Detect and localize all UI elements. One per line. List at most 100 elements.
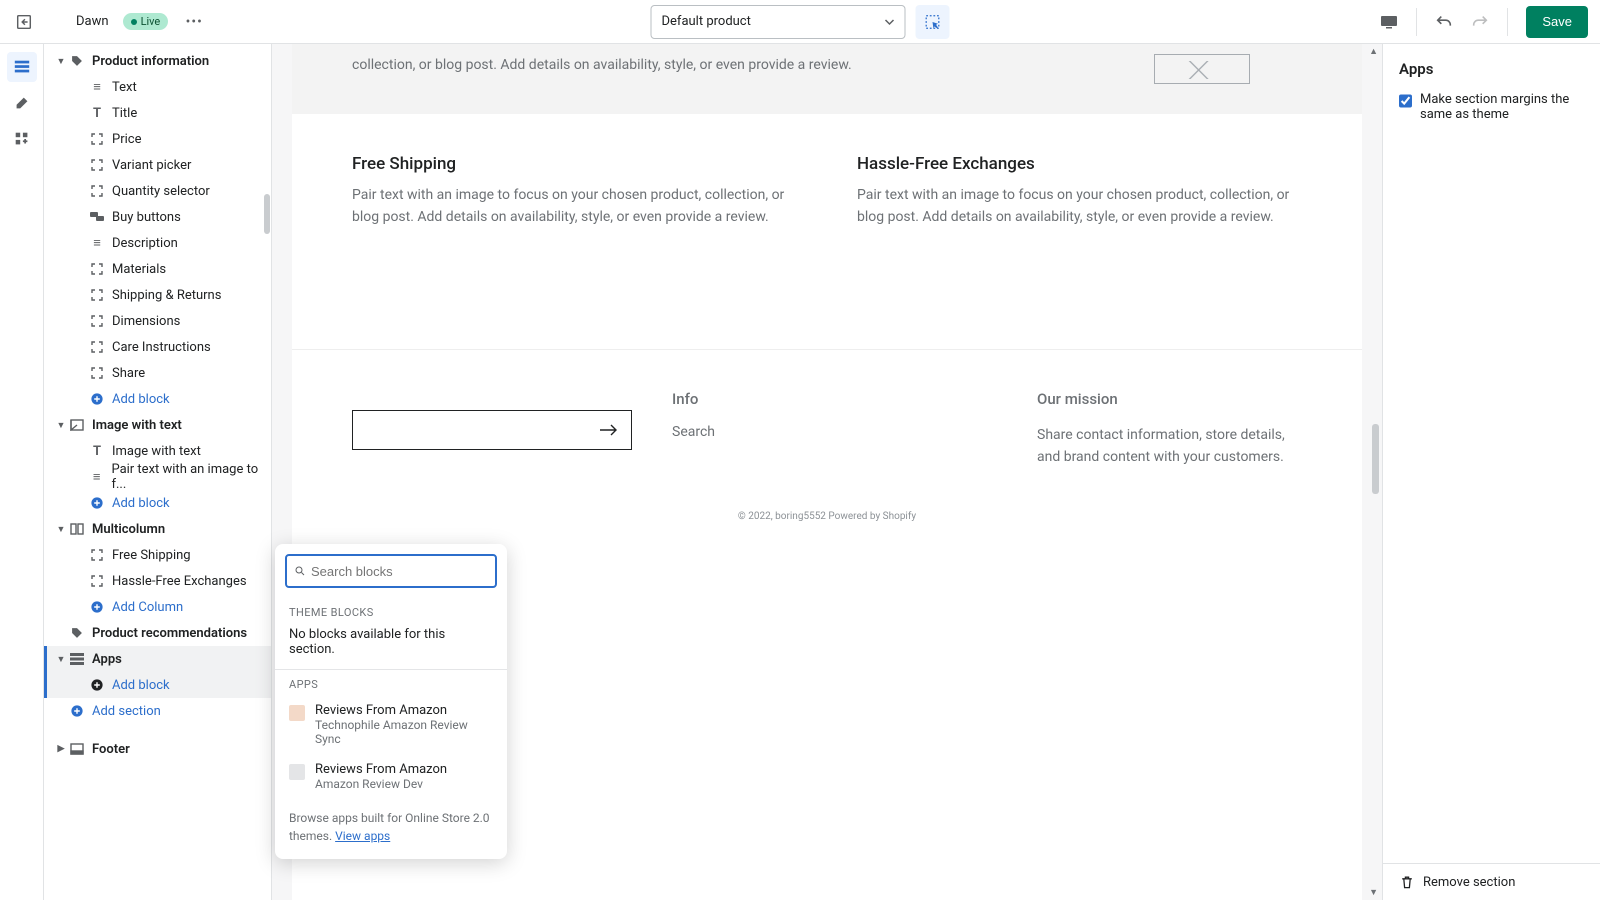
block-label: Dimensions: [112, 314, 180, 329]
view-apps-link[interactable]: View apps: [335, 829, 390, 843]
add-label: Add block: [112, 496, 170, 511]
section-label: Apps: [92, 652, 122, 667]
desktop-icon: [1379, 12, 1399, 32]
block-dimensions[interactable]: Dimensions: [44, 308, 271, 334]
apps-grid-icon: [13, 130, 31, 148]
column-body: Pair text with an image to focus on your…: [857, 184, 1302, 229]
rail-apps-button[interactable]: [7, 124, 37, 154]
preview-scrollbar[interactable]: [1372, 424, 1379, 494]
template-select[interactable]: Default product: [651, 5, 906, 39]
text-icon: T: [88, 444, 106, 459]
section-image-with-text[interactable]: ▼ Image with text: [44, 412, 271, 438]
more-button[interactable]: •••: [182, 10, 206, 34]
block-description[interactable]: ≡Description: [44, 230, 271, 256]
exit-icon: [15, 13, 33, 31]
image-text-icon: [68, 419, 86, 431]
section-product-recommendations[interactable]: Product recommendations: [44, 620, 271, 646]
margins-checkbox[interactable]: [1399, 93, 1412, 109]
scroll-up-icon[interactable]: ▲: [1369, 46, 1378, 57]
section-label: Footer: [92, 742, 130, 757]
add-label: Add block: [112, 678, 170, 693]
footer-icon: [68, 743, 86, 755]
section-footer[interactable]: ▶ Footer: [44, 736, 271, 762]
email-input[interactable]: [352, 410, 632, 450]
margins-checkbox-label: Make section margins the same as theme: [1420, 92, 1584, 122]
buy-icon: [88, 212, 106, 222]
block-buy-buttons[interactable]: Buy buttons: [44, 204, 271, 230]
scroll-down-icon[interactable]: ▼: [1369, 887, 1378, 898]
plus-circle-icon: [88, 678, 106, 692]
section-multicolumn[interactable]: ▼ Multicolumn: [44, 516, 271, 542]
block-image-with-text[interactable]: T Image with text: [44, 438, 271, 464]
column-free-shipping: Free Shipping Pair text with an image to…: [352, 154, 797, 229]
app-option-reviews-1[interactable]: Reviews From Amazon Technophile Amazon R…: [275, 695, 507, 754]
bracket-icon: [88, 159, 106, 171]
add-section-label: Add section: [92, 704, 161, 719]
block-variant-picker[interactable]: Variant picker: [44, 152, 271, 178]
block-label: Quantity selector: [112, 184, 210, 199]
block-title[interactable]: TTitle: [44, 100, 271, 126]
add-section[interactable]: Add section: [44, 698, 271, 724]
add-column[interactable]: Add Column: [44, 594, 271, 620]
block-label: Price: [112, 132, 141, 147]
section-label: Image with text: [92, 418, 182, 433]
save-button[interactable]: Save: [1526, 6, 1588, 38]
hero-section: collection, or blog post. Add details on…: [292, 44, 1362, 114]
tag-icon: [68, 54, 86, 68]
inspector-toggle[interactable]: [916, 5, 950, 39]
add-block-product-info[interactable]: Add block: [44, 386, 271, 412]
block-shipping-returns[interactable]: Shipping & Returns: [44, 282, 271, 308]
app-title: Reviews From Amazon: [315, 703, 493, 718]
footer-link-search[interactable]: Search: [672, 424, 937, 440]
block-materials[interactable]: Materials: [44, 256, 271, 282]
caret-icon: ▼: [54, 420, 68, 431]
app-option-reviews-2[interactable]: Reviews From Amazon Amazon Review Dev: [275, 754, 507, 799]
desktop-view-button[interactable]: [1372, 5, 1406, 39]
column-title: Hassle-Free Exchanges: [857, 154, 1302, 174]
rail-sections-button[interactable]: [7, 52, 37, 82]
topbar-left: Dawn Live •••: [12, 10, 206, 34]
rail-theme-button[interactable]: [7, 88, 37, 118]
block-label: Image with text: [112, 444, 201, 459]
block-price[interactable]: Price: [44, 126, 271, 152]
column-hassle-free: Hassle-Free Exchanges Pair text with an …: [857, 154, 1302, 229]
block-hassle-free[interactable]: Hassle-Free Exchanges: [44, 568, 271, 594]
block-share[interactable]: Share: [44, 360, 271, 386]
divider: [1507, 8, 1508, 36]
margins-checkbox-row[interactable]: Make section margins the same as theme: [1399, 92, 1584, 122]
search-blocks-field[interactable]: [285, 554, 497, 588]
block-quantity-selector[interactable]: Quantity selector: [44, 178, 271, 204]
block-label: Free Shipping: [112, 548, 191, 563]
theme-name: Dawn: [76, 14, 109, 29]
search-input[interactable]: [311, 564, 487, 579]
tag-icon: [68, 626, 86, 640]
right-panel-title: Apps: [1399, 60, 1584, 78]
caret-icon: ▼: [54, 654, 68, 665]
add-label: Add block: [112, 392, 170, 407]
block-pair-text[interactable]: ≡Pair text with an image to f...: [44, 464, 271, 490]
lines-icon: ≡: [88, 235, 106, 251]
bracket-icon: [88, 185, 106, 197]
exit-button[interactable]: [12, 10, 36, 34]
add-block-apps[interactable]: Add block: [44, 672, 271, 698]
block-free-shipping[interactable]: Free Shipping: [44, 542, 271, 568]
caret-icon: ▼: [54, 56, 68, 67]
apps-icon: [68, 653, 86, 665]
add-block-image-text[interactable]: Add block: [44, 490, 271, 516]
app-subtitle: Amazon Review Dev: [315, 777, 447, 791]
block-label: Text: [112, 80, 137, 95]
undo-button[interactable]: [1427, 5, 1461, 39]
footer-col-info: Info Search: [672, 390, 937, 469]
bracket-icon: [88, 367, 106, 379]
arrow-right-icon: [599, 424, 617, 436]
plus-circle-icon: [88, 392, 106, 406]
block-text[interactable]: ≡Text: [44, 74, 271, 100]
block-care-instructions[interactable]: Care Instructions: [44, 334, 271, 360]
search-icon: [295, 564, 305, 578]
bracket-icon: [88, 549, 106, 561]
footer-body: Share contact information, store details…: [1037, 424, 1302, 469]
footer-heading: Our mission: [1037, 390, 1302, 408]
section-apps[interactable]: ▼ Apps: [44, 646, 271, 672]
remove-section-button[interactable]: Remove section: [1383, 863, 1600, 900]
section-product-information[interactable]: ▼ Product information: [44, 48, 271, 74]
